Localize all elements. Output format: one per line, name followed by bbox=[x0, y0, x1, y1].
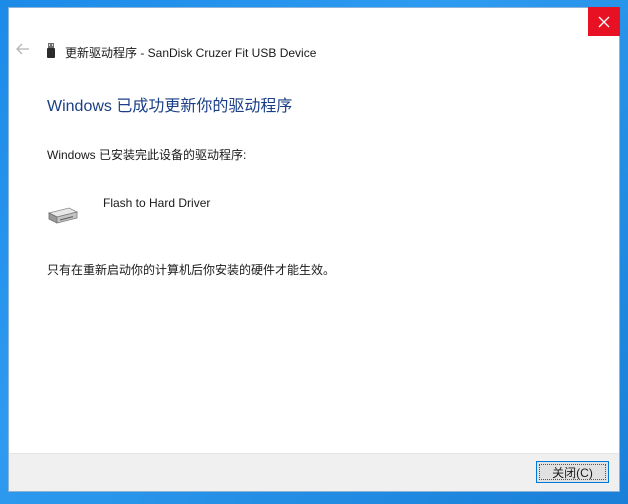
usb-drive-icon bbox=[47, 43, 55, 58]
hard-drive-icon bbox=[47, 207, 79, 224]
window-close-button[interactable] bbox=[588, 7, 620, 36]
back-arrow-icon[interactable] bbox=[15, 41, 31, 57]
close-icon bbox=[598, 16, 610, 27]
restart-notice: 只有在重新启动你的计算机后你安装的硬件才能生效。 bbox=[47, 263, 336, 277]
main-heading: Windows 已成功更新你的驱动程序 bbox=[47, 98, 293, 115]
installed-message: Windows 已安装完此设备的驱动程序: bbox=[47, 148, 247, 162]
update-driver-dialog: 更新驱动程序 - SanDisk Cruzer Fit USB Device W… bbox=[8, 7, 620, 492]
close-button[interactable]: 关闭(C) bbox=[536, 461, 609, 483]
dialog-title: 更新驱动程序 - SanDisk Cruzer Fit USB Device bbox=[65, 46, 317, 60]
dialog-footer: 关闭(C) bbox=[9, 453, 619, 491]
device-name: Flash to Hard Driver bbox=[103, 196, 211, 210]
